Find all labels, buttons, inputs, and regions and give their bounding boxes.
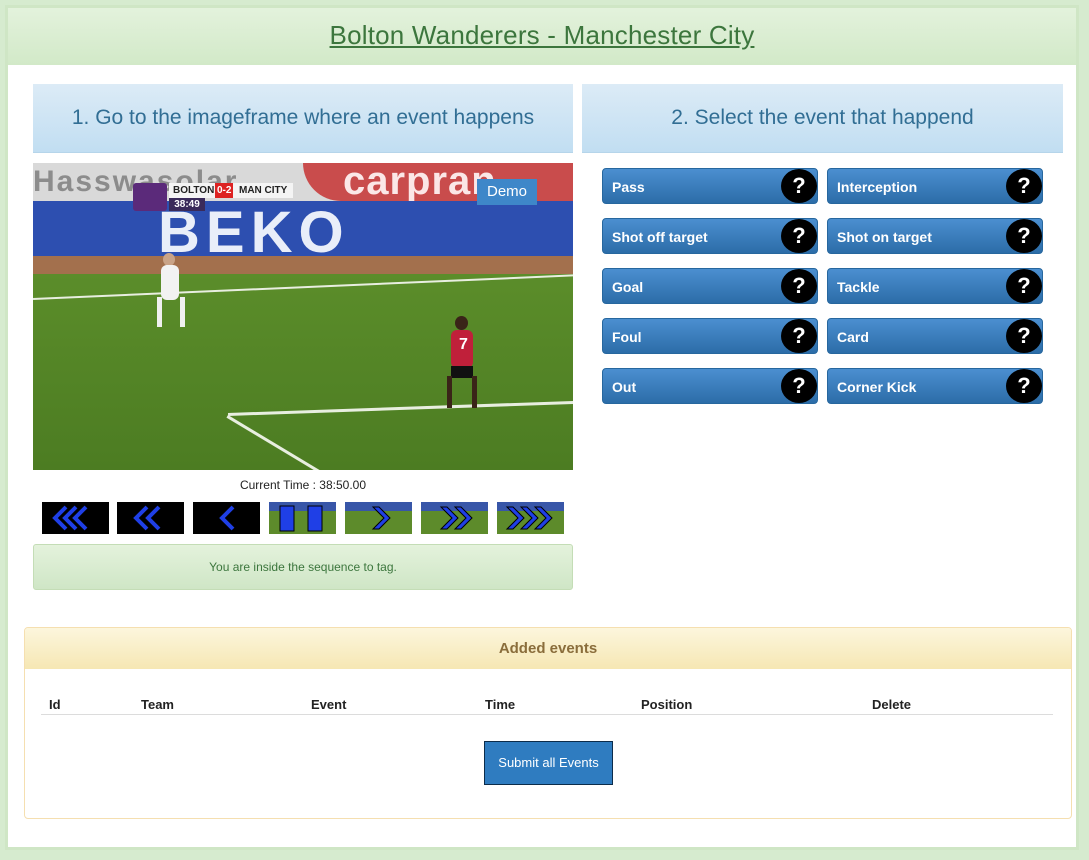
help-icon[interactable]: ? — [1006, 169, 1042, 203]
help-icon[interactable]: ? — [781, 219, 817, 253]
event-button-card[interactable]: Card ? — [827, 318, 1043, 354]
forward-button[interactable] — [421, 502, 488, 534]
away-team: MAN CITY — [239, 185, 288, 196]
event-button-shot-on-target[interactable]: Shot on target ? — [827, 218, 1043, 254]
event-label: Interception — [837, 179, 918, 195]
rewind-fast-button[interactable] — [42, 502, 109, 534]
player-red: 7 — [443, 316, 483, 413]
ad-banner-text: carpran — [343, 163, 497, 203]
triple-chevron-left-icon — [52, 505, 88, 531]
event-button-goal[interactable]: Goal ? — [602, 268, 818, 304]
player-white — [153, 253, 193, 335]
event-button-pass[interactable]: Pass ? — [602, 168, 818, 204]
column-header-position: Position — [641, 697, 693, 712]
help-icon[interactable]: ? — [781, 269, 817, 303]
event-label: Tackle — [837, 279, 880, 295]
added-events-heading: Added events — [25, 628, 1071, 669]
scoreboard-line: BOLTON 0-2 MAN CITY — [169, 183, 293, 198]
help-icon[interactable]: ? — [1006, 219, 1042, 253]
chevron-right-icon — [371, 506, 391, 530]
event-button-interception[interactable]: Interception ? — [827, 168, 1043, 204]
score: 0-2 — [215, 183, 234, 198]
pitch — [33, 274, 573, 470]
rewind-button[interactable] — [117, 502, 184, 534]
event-label: Out — [612, 379, 637, 395]
pause-icon — [279, 505, 323, 532]
help-icon[interactable]: ? — [781, 369, 817, 403]
column-header-delete: Delete — [872, 697, 912, 712]
column-header-id: Id — [49, 697, 61, 712]
triple-chevron-right-icon — [505, 506, 553, 530]
pause-button[interactable] — [269, 502, 336, 534]
event-button-tackle[interactable]: Tackle ? — [827, 268, 1043, 304]
table-divider — [41, 714, 1053, 715]
event-label: Pass — [612, 179, 645, 195]
column-header-time: Time — [485, 697, 516, 712]
chevron-left-icon — [219, 505, 235, 531]
event-label: Shot off target — [612, 229, 708, 245]
double-chevron-left-icon — [133, 505, 161, 531]
demo-badge: Demo — [477, 179, 537, 205]
added-events-panel: Added events Id Team Event Time Position… — [24, 627, 1072, 819]
column-header-team: Team — [141, 697, 174, 712]
current-time: Current Time : 38:50.00 — [239, 478, 367, 492]
step-forward-button[interactable] — [345, 502, 412, 534]
league-logo-icon — [133, 183, 167, 211]
event-button-shot-off-target[interactable]: Shot off target ? — [602, 218, 818, 254]
step-back-button[interactable] — [193, 502, 260, 534]
right-panel-heading: 2. Select the event that happend — [582, 84, 1063, 153]
event-button-corner-kick[interactable]: Corner Kick ? — [827, 368, 1043, 404]
left-panel-heading: 1. Go to the imageframe where an event h… — [33, 84, 573, 153]
app-frame: Bolton Wanderers - Manchester City 1. Go… — [5, 5, 1079, 850]
home-team: BOLTON — [173, 185, 215, 196]
video-frame: Hasswasolar carpran BEKO 7 BOLTON 0-2 MA… — [33, 163, 573, 470]
help-icon[interactable]: ? — [781, 319, 817, 353]
help-icon[interactable]: ? — [781, 169, 817, 203]
help-icon[interactable]: ? — [1006, 319, 1042, 353]
column-header-event: Event — [311, 697, 347, 712]
event-label: Shot on target — [837, 229, 932, 245]
player-number: 7 — [459, 336, 468, 353]
match-title[interactable]: Bolton Wanderers - Manchester City — [8, 8, 1076, 62]
event-label: Goal — [612, 279, 644, 295]
event-button-out[interactable]: Out ? — [602, 368, 818, 404]
event-label: Corner Kick — [837, 379, 917, 395]
pitch-edge — [33, 256, 573, 274]
submit-all-events-button[interactable]: Submit all Events — [484, 741, 613, 785]
double-chevron-right-icon — [439, 506, 473, 530]
header-bar: Bolton Wanderers - Manchester City — [8, 8, 1076, 65]
status-message: You are inside the sequence to tag. — [33, 544, 573, 590]
forward-fast-button[interactable] — [497, 502, 564, 534]
event-button-foul[interactable]: Foul ? — [602, 318, 818, 354]
ad-board: BEKO — [33, 200, 573, 265]
help-icon[interactable]: ? — [1006, 269, 1042, 303]
help-icon[interactable]: ? — [1006, 369, 1042, 403]
event-label: Foul — [612, 329, 642, 345]
match-clock: 38:49 — [169, 198, 205, 211]
scoreboard: BOLTON 0-2 MAN CITY 38:49 — [133, 183, 293, 211]
event-label: Card — [837, 329, 869, 345]
